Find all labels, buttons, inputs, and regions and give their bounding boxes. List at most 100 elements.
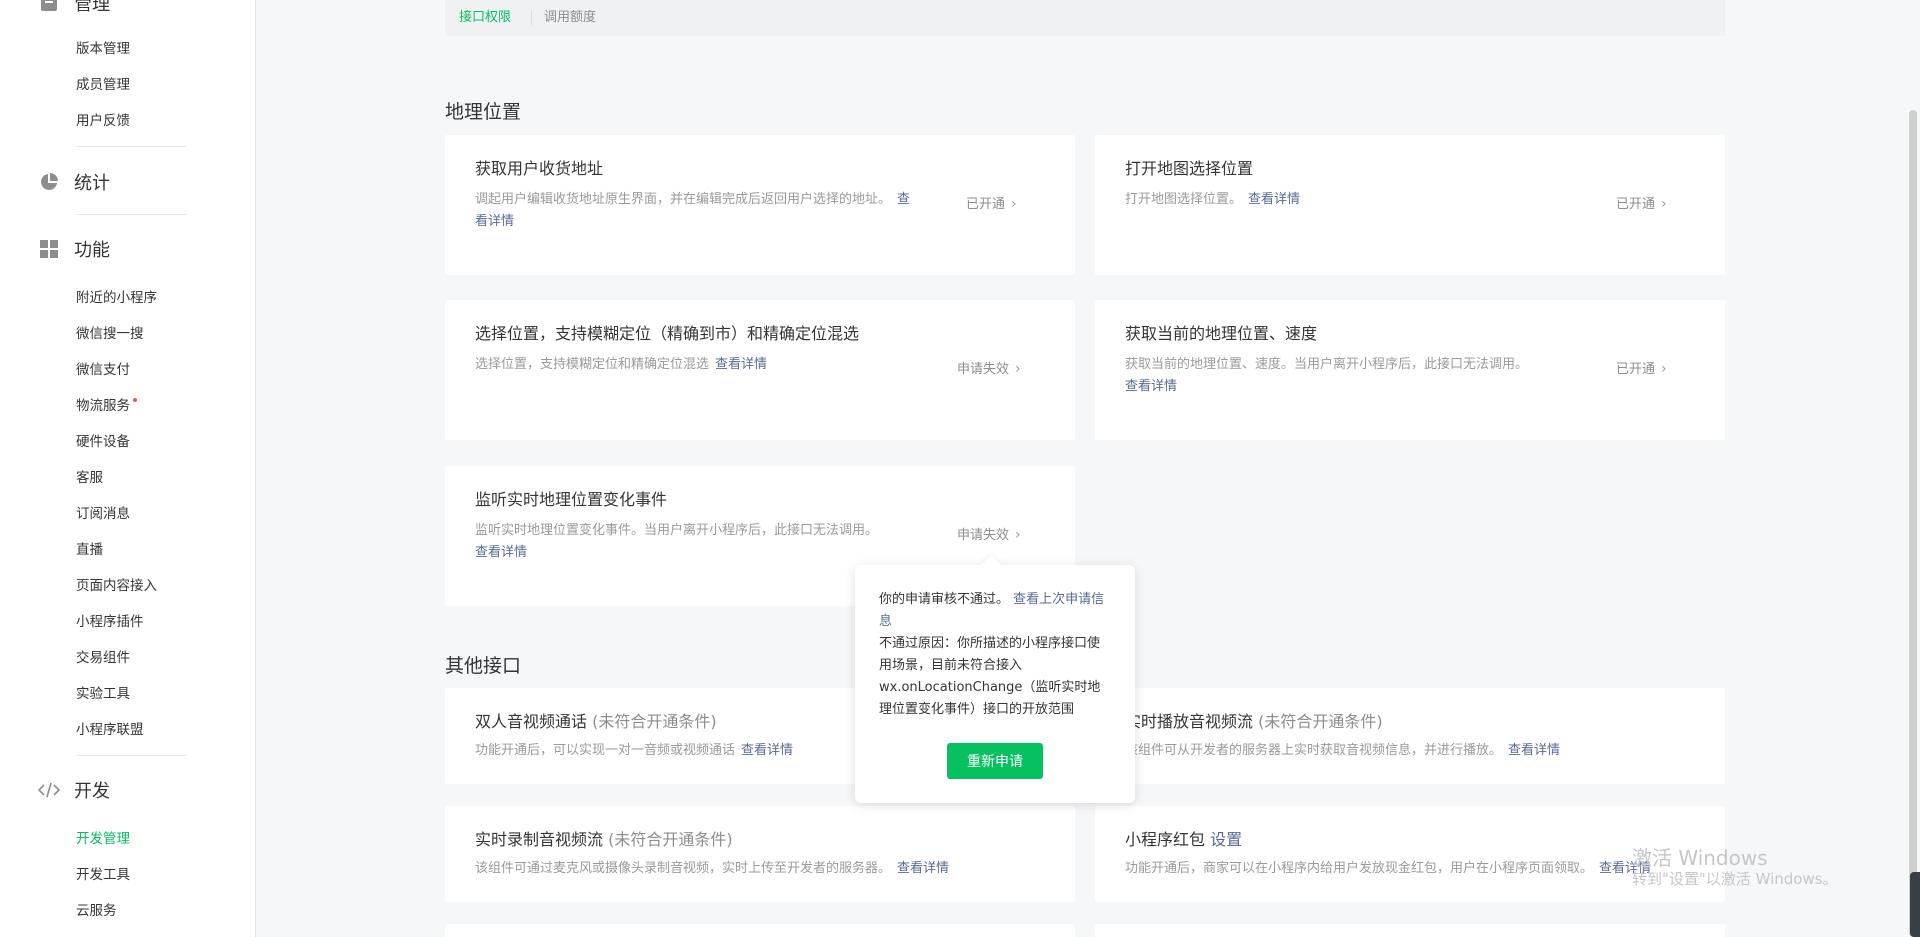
api-status[interactable]: 已开通 › [966,193,1017,212]
settings-link[interactable]: 设置 [1210,830,1242,849]
nav-section-manage[interactable]: 管理 [38,0,110,18]
manage-icon [38,0,60,14]
popover-reason-text: 不通过原因：你所描述的小程序接口使用场景，目前未符合接入wx.onLocatio… [879,636,1101,717]
api-card-condition: (未符合开通条件) [608,830,733,849]
api-status[interactable]: 申请失效 › [957,524,1021,543]
notification-dot [133,398,137,402]
sidebar-item-version-manage[interactable]: 版本管理 [76,39,130,59]
api-card-title-text: 小程序红包 [1125,830,1206,849]
windows-activation-watermark: 激活 Windows [1632,846,1768,870]
sidebar-item-page-content[interactable]: 页面内容接入 [76,576,157,596]
api-card-desc-text: 功能开通后，商家可以在小程序内给用户发放现金红包，用户在小程序页面领取。 [1125,861,1594,876]
api-card-desc: 选择位置，支持模糊定位和精确定位混选 查看详情 [475,354,915,376]
sidebar-item-wechat-search[interactable]: 微信搜一搜 [76,324,144,344]
nav-section-features-label: 功能 [74,240,110,261]
sidebar-item-live[interactable]: 直播 [76,540,103,560]
sidebar-item-nearby-miniprogram[interactable]: 附近的小程序 [76,288,157,308]
windows-activation-subtext: 转到"设置"以激活 Windows。 [1632,870,1838,888]
sidebar-item-customer-service[interactable]: 客服 [76,468,103,488]
api-card-desc: 调起用户编辑收货地址原生界面，并在编辑完成后返回用户选择的地址。 查看详情 [475,189,915,233]
api-card-condition: (未符合开通条件) [592,712,717,731]
api-card-choose-location: 打开地图选择位置 打开地图选择位置。 查看详情 已开通 › [1095,135,1725,275]
nav-divider [76,755,186,756]
api-card-partial [445,924,1075,937]
chevron-right-icon: › [1011,196,1017,212]
tabs-bar [445,0,1725,36]
popover-status-text: 你的申请审核不通过。 查看上次申请信息 [879,589,1111,633]
section-title-geo: 地理位置 [445,101,522,123]
tab-separator [531,11,532,25]
api-status-label: 已开通 [1616,362,1656,377]
api-card-title: 小程序红包 设置 [1125,826,1242,850]
api-card-desc-text: 选择位置，支持模糊定位和精确定位混选 [475,357,710,372]
api-status[interactable]: 已开通 › [1616,358,1667,377]
sidebar-item-user-feedback[interactable]: 用户反馈 [76,111,130,131]
api-status-label: 已开通 [966,197,1006,212]
nav-section-stats[interactable]: 统计 [38,167,110,197]
sidebar: 管理 版本管理 成员管理 用户反馈 统计 功能 附近的小程序 微信搜一搜 微信支… [0,0,256,937]
sidebar-item-subscribe-message[interactable]: 订阅消息 [76,504,130,524]
api-card-partial [1095,924,1725,937]
api-card-desc: 获取当前的地理位置、速度。当用户离开小程序后，此接口无法调用。 查看详情 [1125,354,1575,398]
api-card-desc-text: 监听实时地理位置变化事件。当用户离开小程序后，此接口无法调用。 [475,523,879,538]
api-card-title-text: 双人音视频通话 [475,712,588,731]
side-widget-handle[interactable] [1910,872,1920,937]
sidebar-item-member-manage[interactable]: 成员管理 [76,75,130,95]
api-status[interactable]: 已开通 › [1616,193,1667,212]
api-card-title: 实时录制音视频流 (未符合开通条件) [475,826,733,850]
nav-section-develop[interactable]: 开发 [38,775,110,805]
tab-call-quota[interactable]: 调用额度 [544,9,596,27]
sidebar-item-trade-component[interactable]: 交易组件 [76,648,130,668]
sidebar-item-logistics-label: 物流服务 [76,398,130,414]
api-card-title: 打开地图选择位置 [1125,159,1254,178]
view-details-link[interactable]: 查看详情 [475,545,527,560]
grid-icon [38,238,60,260]
api-status[interactable]: 申请失效 › [957,358,1021,377]
view-details-link[interactable]: 查看详情 [1508,743,1560,758]
api-card-desc-text: 功能开通后，可以实现一对一音频或视频通话 [475,743,736,758]
sidebar-item-plugins[interactable]: 小程序插件 [76,612,144,632]
section-title-other: 其他接口 [445,655,522,677]
nav-divider [76,146,186,147]
sidebar-item-alliance[interactable]: 小程序联盟 [76,720,144,740]
sidebar-item-dev-manage[interactable]: 开发管理 [76,829,130,849]
sidebar-item-wechat-pay[interactable]: 微信支付 [76,360,130,380]
api-card-title-text: 实时录制音视频流 [475,830,604,849]
sidebar-item-logistics[interactable]: 物流服务 [76,396,137,416]
api-status-label: 申请失效 [957,362,1010,377]
api-card-title: 获取用户收货地址 [475,159,604,178]
chevron-right-icon: › [1661,361,1667,377]
sidebar-item-lab-tools[interactable]: 实验工具 [76,684,130,704]
reapply-button[interactable]: 重新申请 [947,743,1043,779]
api-card-live-player: 实时播放音视频流 (未符合开通条件) 该组件可从开发者的服务器上实时获取音视频信… [1095,688,1725,784]
popover-status-label: 你的申请审核不通过。 [879,592,1010,607]
code-icon [38,779,60,801]
view-details-link[interactable]: 查看详情 [1248,192,1300,207]
view-details-link[interactable]: 查看详情 [897,861,949,876]
api-card-desc-text: 打开地图选择位置。 [1125,192,1243,207]
view-details-link[interactable]: 查看详情 [715,357,767,372]
api-card-desc-text: 获取当前的地理位置、速度。当用户离开小程序后，此接口无法调用。 [1125,357,1529,372]
nav-section-features[interactable]: 功能 [38,234,110,264]
view-details-link[interactable]: 查看详情 [741,743,793,758]
api-card-desc-text: 调起用户编辑收货地址原生界面，并在编辑完成后返回用户选择的地址。 [475,192,892,207]
api-card-title-text: 实时播放音视频流 [1125,712,1254,731]
scrollbar-thumb[interactable] [1909,110,1917,937]
rejection-popover: 你的申请审核不通过。 查看上次申请信息 不通过原因：你所描述的小程序接口使用场景… [855,555,1135,803]
api-card-desc: 监听实时地理位置变化事件。当用户离开小程序后，此接口无法调用。 查看详情 [475,520,925,564]
view-details-link[interactable]: 查看详情 [1125,379,1177,394]
chevron-right-icon: › [1661,196,1667,212]
sidebar-item-hardware[interactable]: 硬件设备 [76,432,130,452]
api-card-title: 实时播放音视频流 (未符合开通条件) [1125,708,1383,732]
api-card-get-location: 获取当前的地理位置、速度 获取当前的地理位置、速度。当用户离开小程序后，此接口无… [1095,300,1725,440]
api-card-desc: 该组件可从开发者的服务器上实时获取音视频信息，并进行播放。 查看详情 [1125,740,1725,762]
api-card-desc-text: 该组件可通过麦克风或摄像头录制音视频，实时上传至开发者的服务器。 [475,861,892,876]
sidebar-item-cloud-service[interactable]: 云服务 [76,901,117,921]
tab-api-permissions[interactable]: 接口权限 [459,9,511,27]
api-card-title: 获取当前的地理位置、速度 [1125,324,1318,343]
api-card-desc: 打开地图选择位置。 查看详情 [1125,189,1565,211]
chevron-right-icon: › [1015,527,1021,543]
nav-section-develop-label: 开发 [74,781,110,802]
api-card-live-pusher: 实时录制音视频流 (未符合开通条件) 该组件可通过麦克风或摄像头录制音视频，实时… [445,806,1075,902]
sidebar-item-dev-tools[interactable]: 开发工具 [76,865,130,885]
